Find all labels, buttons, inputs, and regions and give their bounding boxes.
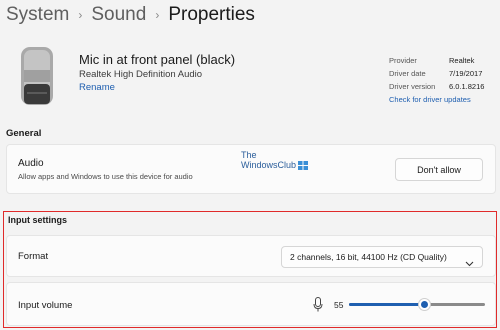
driver-info: Provider Realtek Driver date 7/19/2017 D… [389, 54, 484, 106]
device-name: Mic in at front panel (black) [79, 52, 236, 67]
driver-date-value: 7/19/2017 [449, 69, 483, 78]
audio-setting-title: Audio [18, 158, 44, 169]
chevron-down-icon [465, 254, 474, 267]
slider-thumb-center [421, 301, 428, 308]
driver-date-label: Driver date [389, 69, 426, 78]
format-dropdown-value: 2 channels, 16 bit, 44100 Hz (CD Quality… [290, 252, 447, 262]
driver-version-row: Driver version 6.0.1.8216 [389, 80, 484, 93]
input-volume-label: Input volume [18, 300, 73, 311]
driver-version-label: Driver version [389, 82, 436, 91]
slider-thumb[interactable] [418, 298, 431, 311]
driver-version-value: 6.0.1.8216 [449, 82, 485, 91]
windows-logo-icon [298, 160, 309, 170]
page-title: Properties [168, 4, 255, 25]
breadcrumb-system[interactable]: System [6, 4, 69, 26]
driver-date-row: Driver date 7/19/2017 [389, 67, 484, 80]
dont-allow-button[interactable]: Don't allow [395, 158, 483, 181]
device-driver-name: Realtek High Definition Audio [79, 69, 203, 80]
input-volume-value: 55 [334, 300, 344, 310]
input-volume-slider[interactable] [349, 298, 485, 311]
breadcrumb-separator: › [78, 8, 83, 22]
audio-setting-description: Allow apps and Windows to use this devic… [18, 172, 193, 181]
check-driver-updates-link[interactable]: Check for driver updates [389, 93, 484, 106]
input-volume-card: Input volume 55 [6, 282, 496, 326]
section-title-general: General [6, 128, 42, 139]
watermark-line2: WindowsClub [241, 160, 297, 170]
watermark-line2-wrap: WindowsClub [241, 160, 309, 170]
provider-label: Provider [389, 56, 417, 65]
watermark-logo: The WindowsClub [241, 150, 309, 170]
rename-link[interactable]: Rename [79, 82, 115, 93]
format-label: Format [18, 251, 49, 262]
microphone-icon[interactable] [313, 297, 323, 312]
provider-value: Realtek [449, 56, 475, 65]
breadcrumb-separator: › [155, 8, 160, 22]
breadcrumb-sound[interactable]: Sound [91, 4, 146, 26]
driver-provider-row: Provider Realtek [389, 54, 484, 67]
watermark-line1: The [241, 150, 257, 160]
format-setting-card: Format 2 channels, 16 bit, 44100 Hz (CD … [6, 235, 496, 277]
microphone-device-icon [18, 46, 56, 112]
slider-fill [349, 303, 424, 306]
breadcrumb: System › Sound › Properties [6, 2, 255, 28]
format-dropdown[interactable]: 2 channels, 16 bit, 44100 Hz (CD Quality… [281, 246, 483, 268]
section-title-input-settings: Input settings [8, 215, 67, 225]
